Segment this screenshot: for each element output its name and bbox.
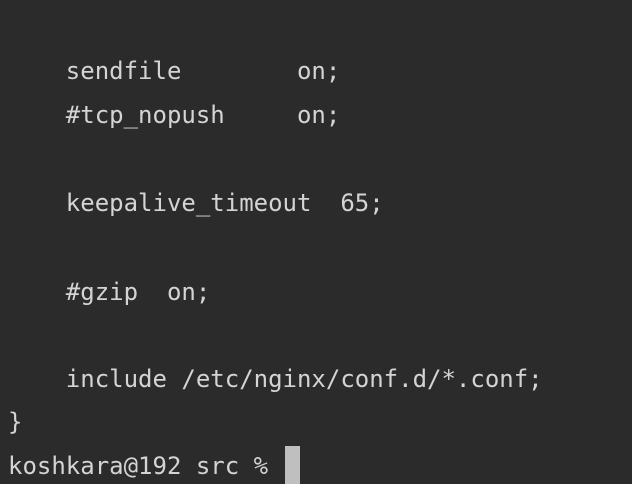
terminal-line-gzip: #gzip on; [8, 278, 211, 306]
text-cursor [284, 446, 300, 484]
shell-prompt-line[interactable]: koshkara@192 src % [8, 446, 300, 484]
terminal-line-include: include /etc/nginx/conf.d/*.conf; [8, 365, 543, 393]
terminal-line-tcp-nopush: #tcp_nopush on; [8, 101, 341, 129]
shell-prompt: koshkara@192 src % [8, 452, 283, 480]
terminal-line-keepalive: keepalive_timeout 65; [8, 189, 384, 217]
terminal-line-closing-brace: } [8, 408, 23, 436]
terminal-line-sendfile: sendfile on; [8, 57, 341, 85]
terminal-window[interactable]: sendfile on; #tcp_nopush on; keepalive_t… [0, 0, 632, 484]
